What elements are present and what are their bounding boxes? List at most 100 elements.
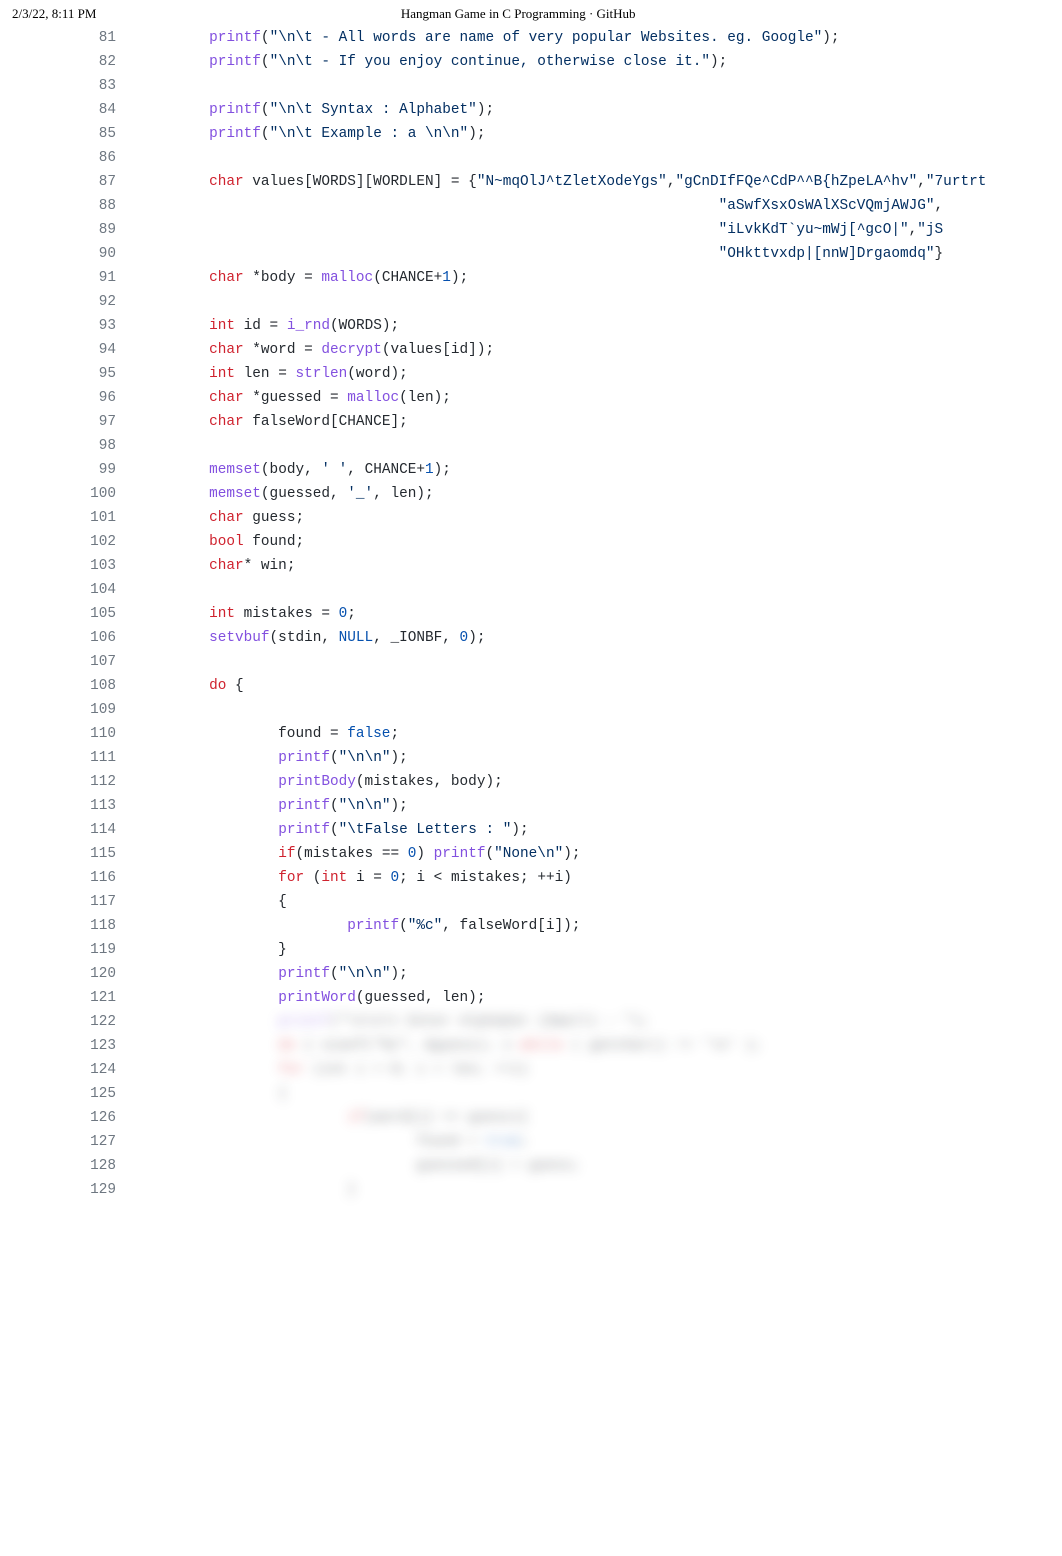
code-line: 125 {: [0, 1082, 1062, 1106]
line-content: int len = strlen(word);: [140, 362, 408, 386]
code-line: 110 found = false;: [0, 722, 1062, 746]
line-number: 127: [0, 1130, 140, 1154]
line-content: found = true;: [140, 1130, 529, 1154]
code-line: 122 printf("\n\n\t Enter Alphabet (Small…: [0, 1010, 1062, 1034]
code-line: 112 printBody(mistakes, body);: [0, 770, 1062, 794]
line-content: "iLvkKdT`yu~mWj[^gcO|","jS: [140, 218, 943, 242]
code-line: 117 {: [0, 890, 1062, 914]
line-number: 97: [0, 410, 140, 434]
line-number: 110: [0, 722, 140, 746]
code-line: 98: [0, 434, 1062, 458]
code-line: 82 printf("\n\t - If you enjoy continue,…: [0, 50, 1062, 74]
code-line: 104: [0, 578, 1062, 602]
line-content: do { scanf("%c", &guess); } while ( getc…: [140, 1034, 762, 1058]
line-content: char falseWord[CHANCE];: [140, 410, 408, 434]
code-line: 128 guessed[i] = guess;: [0, 1154, 1062, 1178]
line-number: 115: [0, 842, 140, 866]
code-line: 101 char guess;: [0, 506, 1062, 530]
line-content: do {: [140, 674, 244, 698]
code-line: 107: [0, 650, 1062, 674]
line-number: 85: [0, 122, 140, 146]
line-number: 104: [0, 578, 140, 602]
code-line: 106 setvbuf(stdin, NULL, _IONBF, 0);: [0, 626, 1062, 650]
line-content: memset(body, ' ', CHANCE+1);: [140, 458, 451, 482]
line-content: found = false;: [140, 722, 399, 746]
code-line: 95 int len = strlen(word);: [0, 362, 1062, 386]
line-number: 109: [0, 698, 140, 722]
line-number: 87: [0, 170, 140, 194]
line-content: for (int i = 0; i < mistakes; ++i): [140, 866, 572, 890]
code-block: 81 printf("\n\t - All words are name of …: [0, 26, 1062, 1322]
code-line: 97 char falseWord[CHANCE];: [0, 410, 1062, 434]
line-content: bool found;: [140, 530, 304, 554]
line-content: {: [140, 1082, 287, 1106]
line-number: 116: [0, 866, 140, 890]
line-content: guessed[i] = guess;: [140, 1154, 580, 1178]
code-line: 129 }: [0, 1178, 1062, 1202]
line-number: 92: [0, 290, 140, 314]
code-line: 84 printf("\n\t Syntax : Alphabet");: [0, 98, 1062, 122]
line-number: 101: [0, 506, 140, 530]
code-line: 124 for (int i = 0; i < len; ++i): [0, 1058, 1062, 1082]
line-content: char guess;: [140, 506, 304, 530]
line-content: char *body = malloc(CHANCE+1);: [140, 266, 468, 290]
code-line: 121 printWord(guessed, len);: [0, 986, 1062, 1010]
code-line: 92: [0, 290, 1062, 314]
code-line: 100 memset(guessed, '_', len);: [0, 482, 1062, 506]
line-content: for (int i = 0; i < len; ++i): [140, 1058, 529, 1082]
line-number: 123: [0, 1034, 140, 1058]
code-line: 103 char* win;: [0, 554, 1062, 578]
line-content: printf("%c", falseWord[i]);: [140, 914, 580, 938]
line-number: 91: [0, 266, 140, 290]
line-number: 86: [0, 146, 140, 170]
line-number: 119: [0, 938, 140, 962]
line-number: 98: [0, 434, 140, 458]
line-content: printf("\n\n");: [140, 794, 408, 818]
line-content: printf("\tFalse Letters : ");: [140, 818, 529, 842]
code-line: 99 memset(body, ' ', CHANCE+1);: [0, 458, 1062, 482]
line-number: 121: [0, 986, 140, 1010]
line-content: printf("\n\t - If you enjoy continue, ot…: [140, 50, 727, 74]
line-number: 113: [0, 794, 140, 818]
line-content: }: [140, 1178, 356, 1202]
line-content: char values[WORDS][WORDLEN] = {"N~mqOlJ^…: [140, 170, 986, 194]
line-number: 96: [0, 386, 140, 410]
code-line: 123 do { scanf("%c", &guess); } while ( …: [0, 1034, 1062, 1058]
line-number: 114: [0, 818, 140, 842]
line-number: 106: [0, 626, 140, 650]
line-number: 102: [0, 530, 140, 554]
line-content: printf("\n\t - All words are name of ver…: [140, 26, 840, 50]
line-content: }: [140, 938, 287, 962]
line-number: 84: [0, 98, 140, 122]
line-number: 129: [0, 1178, 140, 1202]
line-content: memset(guessed, '_', len);: [140, 482, 434, 506]
line-number: 95: [0, 362, 140, 386]
line-content: setvbuf(stdin, NULL, _IONBF, 0);: [140, 626, 485, 650]
code-line: 111 printf("\n\n");: [0, 746, 1062, 770]
code-line: 127 found = true;: [0, 1130, 1062, 1154]
code-line: 113 printf("\n\n");: [0, 794, 1062, 818]
code-line: 89 "iLvkKdT`yu~mWj[^gcO|","jS: [0, 218, 1062, 242]
line-number: 81: [0, 26, 140, 50]
line-number: 83: [0, 74, 140, 98]
line-number: 82: [0, 50, 140, 74]
line-number: 90: [0, 242, 140, 266]
page-header: 2/3/22, 8:11 PM Hangman Game in C Progra…: [0, 0, 1062, 26]
code-line: 88 "aSwfXsxOsWAlXScVQmjAWJG",: [0, 194, 1062, 218]
code-line: 93 int id = i_rnd(WORDS);: [0, 314, 1062, 338]
line-content: if(word[i] == guess){: [140, 1106, 529, 1130]
line-number: 108: [0, 674, 140, 698]
line-number: 111: [0, 746, 140, 770]
code-line: 90 "OHkttvxdp|[nnW]Drgaomdq"}: [0, 242, 1062, 266]
line-number: 120: [0, 962, 140, 986]
line-content: char *guessed = malloc(len);: [140, 386, 451, 410]
code-line: 85 printf("\n\t Example : a \n\n");: [0, 122, 1062, 146]
header-title: Hangman Game in C Programming · GitHub: [96, 6, 940, 22]
line-content: printf("\n\n");: [140, 962, 408, 986]
code-line: 126 if(word[i] == guess){: [0, 1106, 1062, 1130]
line-number: 107: [0, 650, 140, 674]
line-number: 88: [0, 194, 140, 218]
line-number: 126: [0, 1106, 140, 1130]
line-content: {: [140, 890, 287, 914]
line-number: 99: [0, 458, 140, 482]
